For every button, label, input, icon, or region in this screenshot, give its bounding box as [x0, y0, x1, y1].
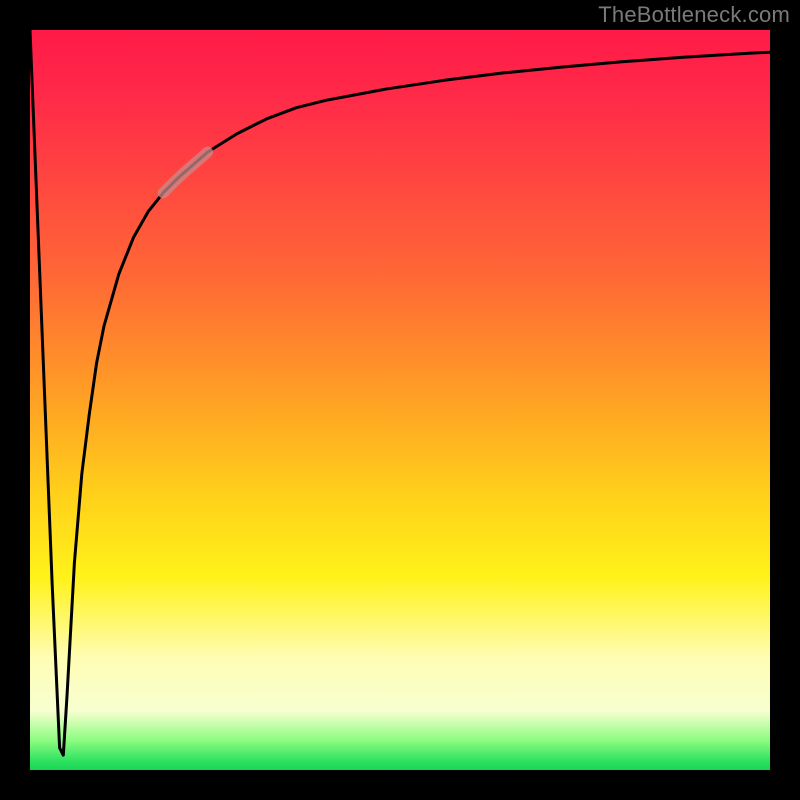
watermark-text: TheBottleneck.com	[598, 2, 790, 28]
bottleneck-curve-highlight	[163, 152, 207, 193]
bottleneck-curve-path	[30, 30, 770, 755]
bottleneck-curve-svg	[30, 30, 770, 770]
chart-frame: TheBottleneck.com	[0, 0, 800, 800]
plot-area	[30, 30, 770, 770]
